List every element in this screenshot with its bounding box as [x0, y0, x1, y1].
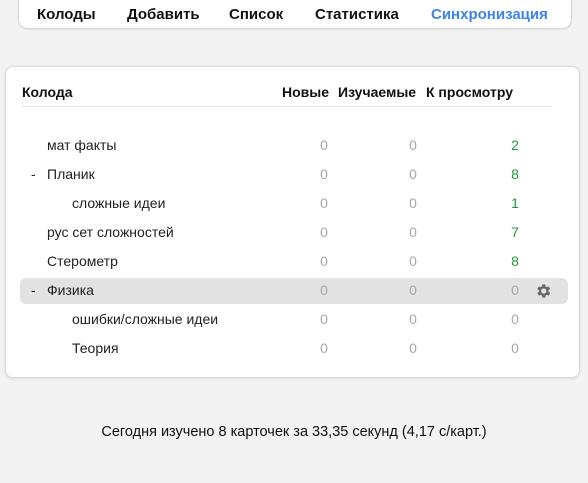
review-count: 0 [511, 311, 519, 327]
new-count: 0 [320, 137, 328, 153]
column-header-learning: Изучаемые [338, 84, 417, 100]
collapse-toggle[interactable]: - [31, 282, 36, 298]
review-count: 0 [511, 282, 519, 298]
nav-stats[interactable]: Статистика [315, 6, 399, 23]
learning-count: 0 [409, 253, 417, 269]
new-count: 0 [320, 340, 328, 356]
review-count: 7 [511, 224, 519, 240]
header-divider [22, 106, 552, 107]
nav-sync[interactable]: Синхронизация [431, 6, 548, 23]
learning-count: 0 [409, 340, 417, 356]
learning-count: 0 [409, 137, 417, 153]
new-count: 0 [320, 282, 328, 298]
column-header-review: К просмотру [426, 84, 513, 100]
column-header-deck: Колода [22, 84, 73, 100]
learning-count: 0 [409, 224, 417, 240]
deck-name[interactable]: ошибки/сложные идеи [72, 311, 218, 327]
nav-decks[interactable]: Колоды [37, 6, 96, 23]
deck-row[interactable]: рус сет сложностей 0 0 7 [20, 220, 568, 246]
deck-name[interactable]: Стерометр [47, 253, 118, 269]
deck-row[interactable]: - Планик 0 0 8 [20, 162, 568, 188]
deck-list-panel: Колода Новые Изучаемые К просмотру мат ф… [5, 66, 580, 378]
deck-row[interactable]: ошибки/сложные идеи 0 0 0 [20, 307, 568, 333]
deck-name[interactable]: рус сет сложностей [47, 224, 174, 240]
deck-name[interactable]: Физика [47, 282, 94, 298]
gear-icon[interactable] [534, 282, 552, 300]
review-count: 2 [511, 137, 519, 153]
deck-name[interactable]: Планик [47, 166, 95, 182]
review-count: 8 [511, 253, 519, 269]
nav-add[interactable]: Добавить [127, 6, 200, 23]
learning-count: 0 [409, 166, 417, 182]
study-summary: Сегодня изучено 8 карточек за 33,35 секу… [101, 424, 487, 440]
top-navigation-bar: Колоды Добавить Список Статистика Синхро… [18, 0, 572, 29]
column-header-new: Новые [282, 84, 330, 100]
deck-name[interactable]: мат факты [47, 137, 116, 153]
learning-count: 0 [409, 282, 417, 298]
deck-name[interactable]: сложные идеи [72, 195, 165, 211]
nav-browse[interactable]: Список [229, 6, 283, 23]
new-count: 0 [320, 311, 328, 327]
deck-row[interactable]: - Физика 0 0 0 [20, 278, 568, 304]
deck-row[interactable]: мат факты 0 0 2 [20, 133, 568, 159]
deck-row[interactable]: Теория 0 0 0 [20, 336, 568, 362]
learning-count: 0 [409, 195, 417, 211]
deck-row[interactable]: сложные идеи 0 0 1 [20, 191, 568, 217]
review-count: 8 [511, 166, 519, 182]
new-count: 0 [320, 224, 328, 240]
collapse-toggle[interactable]: - [31, 166, 36, 182]
review-count: 0 [511, 340, 519, 356]
new-count: 0 [320, 166, 328, 182]
deck-row[interactable]: Стерометр 0 0 8 [20, 249, 568, 275]
review-count: 1 [511, 195, 519, 211]
new-count: 0 [320, 253, 328, 269]
new-count: 0 [320, 195, 328, 211]
deck-name[interactable]: Теория [72, 340, 119, 356]
learning-count: 0 [409, 311, 417, 327]
